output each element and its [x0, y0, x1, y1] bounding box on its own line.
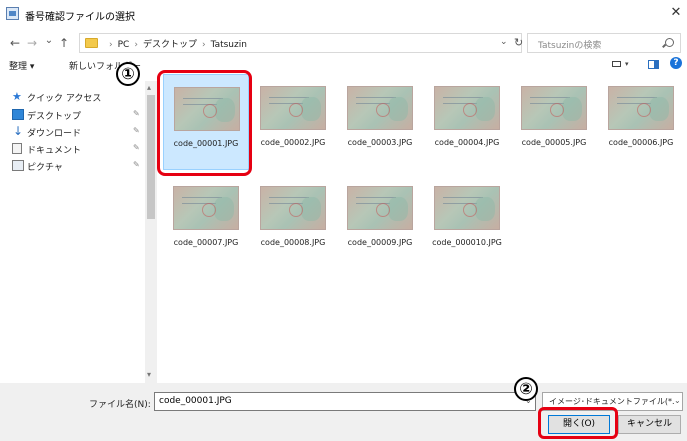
file-name: code_00005.JPG — [521, 138, 587, 147]
address-bar[interactable]: › PC › デスクトップ › Tatsuzin ⌄ ↻ — [79, 33, 523, 53]
breadcrumb-tatsuzin[interactable]: Tatsuzin — [211, 40, 247, 50]
breadcrumb-desktop[interactable]: デスクトップ — [143, 37, 197, 50]
search-placeholder: Tatsuzinの検索 — [538, 41, 602, 51]
filename-label: ファイル名(N): — [89, 400, 151, 410]
filename-value: code_00001.JPG — [159, 396, 232, 406]
chevron-down-icon[interactable]: ⌄ — [500, 37, 508, 47]
app-icon — [6, 7, 19, 20]
image-thumbnail — [347, 86, 413, 130]
file-tile-code-00007[interactable]: code_00007.JPG — [163, 174, 249, 270]
sidebar-item-label: ダウンロード — [27, 129, 82, 139]
nav-scrollbar[interactable]: ▴ ▾ — [145, 81, 157, 383]
cancel-button[interactable]: キャンセル — [618, 415, 681, 434]
search-input[interactable]: Tatsuzinの検索 — [527, 33, 681, 53]
title-bar: 番号確認ファイルの選択 ✕ — [0, 0, 687, 28]
sidebar-item-label: デスクトップ — [27, 112, 82, 122]
pin-icon: ✎ — [133, 143, 140, 152]
sidebar-item-label: ドキュメント — [27, 146, 82, 156]
sidebar-item-quick-access[interactable]: ★ クイック アクセス — [10, 89, 140, 105]
scroll-up-icon[interactable]: ▴ — [147, 83, 151, 92]
image-thumbnail — [347, 186, 413, 230]
forward-icon[interactable]: → — [25, 36, 39, 50]
view-options-icon[interactable]: ▾ — [612, 58, 629, 70]
filename-input[interactable]: code_00001.JPG ⌄ — [154, 392, 536, 411]
document-icon — [12, 143, 22, 154]
file-tile-code-00005[interactable]: code_00005.JPG — [511, 74, 597, 170]
organize-button[interactable]: 整理 ▾ — [9, 59, 34, 72]
sidebar-item-documents[interactable]: ドキュメント ✎ — [10, 141, 140, 157]
image-thumbnail — [434, 186, 500, 230]
step2-marker: ② — [514, 377, 538, 401]
scroll-down-icon[interactable]: ▾ — [147, 370, 151, 379]
chevron-down-icon: ⌄ — [674, 396, 681, 405]
image-thumbnail — [521, 86, 587, 130]
refresh-icon[interactable]: ↻ — [514, 36, 523, 49]
step2-highlight — [538, 407, 618, 439]
image-thumbnail — [260, 186, 326, 230]
file-tile-code-00006[interactable]: code_00006.JPG — [598, 74, 684, 170]
up-icon[interactable]: ↑ — [57, 36, 71, 50]
file-tile-code-00002[interactable]: code_00002.JPG — [250, 74, 336, 170]
breadcrumb-separator: › — [109, 40, 113, 50]
pin-icon: ✎ — [133, 126, 140, 135]
window-title: 番号確認ファイルの選択 — [25, 12, 135, 23]
desktop-icon — [12, 109, 24, 120]
file-type-value: イメージ･ドキュメントファイル(*.jpg;*. — [549, 397, 674, 406]
sidebar-item-label: クイック アクセス — [27, 94, 102, 104]
recent-locations-icon[interactable]: ⌄ — [42, 34, 56, 48]
file-tile-code-00003[interactable]: code_00003.JPG — [337, 74, 423, 170]
help-icon[interactable]: ? — [670, 57, 682, 69]
sidebar-item-label: ピクチャ — [27, 163, 63, 173]
folder-icon — [85, 38, 98, 48]
image-thumbnail — [260, 86, 326, 130]
step1-highlight — [157, 70, 252, 176]
image-thumbnail — [173, 186, 239, 230]
file-name: code_00006.JPG — [608, 138, 674, 147]
breadcrumb-separator: › — [134, 40, 138, 50]
file-tile-code-00008[interactable]: code_00008.JPG — [250, 174, 336, 270]
file-tile-code-000010[interactable]: code_000010.JPG — [424, 174, 510, 270]
file-name: code_00009.JPG — [347, 238, 413, 247]
step1-marker: ① — [116, 62, 140, 86]
preview-pane-icon[interactable] — [648, 58, 662, 70]
file-name: code_00008.JPG — [260, 238, 326, 247]
pin-icon: ✎ — [133, 109, 140, 118]
breadcrumb-separator: › — [201, 40, 206, 50]
breadcrumb-pc[interactable]: PC — [118, 40, 130, 50]
star-icon: ★ — [12, 90, 22, 103]
file-name: code_00002.JPG — [260, 138, 326, 147]
sidebar-item-downloads[interactable]: ↓ ダウンロード ✎ — [10, 124, 140, 140]
search-icon — [665, 38, 674, 47]
file-name: code_00007.JPG — [173, 238, 239, 247]
image-thumbnail — [434, 86, 500, 130]
file-name: code_00003.JPG — [347, 138, 413, 147]
pictures-icon — [12, 160, 24, 171]
close-icon[interactable]: ✕ — [668, 4, 684, 22]
breadcrumb: › PC › デスクトップ › Tatsuzin — [104, 37, 247, 50]
image-thumbnail — [608, 86, 674, 130]
download-icon: ↓ — [12, 124, 24, 138]
sidebar-item-pictures[interactable]: ピクチャ ✎ — [10, 158, 140, 174]
file-name: code_00004.JPG — [434, 138, 500, 147]
file-tile-code-00004[interactable]: code_00004.JPG — [424, 74, 510, 170]
sidebar-item-desktop[interactable]: デスクトップ ✎ — [10, 107, 140, 123]
file-tile-code-00009[interactable]: code_00009.JPG — [337, 174, 423, 270]
file-name: code_000010.JPG — [432, 238, 502, 247]
pin-icon: ✎ — [133, 160, 140, 169]
scrollbar-thumb[interactable] — [147, 95, 155, 219]
back-icon[interactable]: ← — [8, 36, 22, 50]
